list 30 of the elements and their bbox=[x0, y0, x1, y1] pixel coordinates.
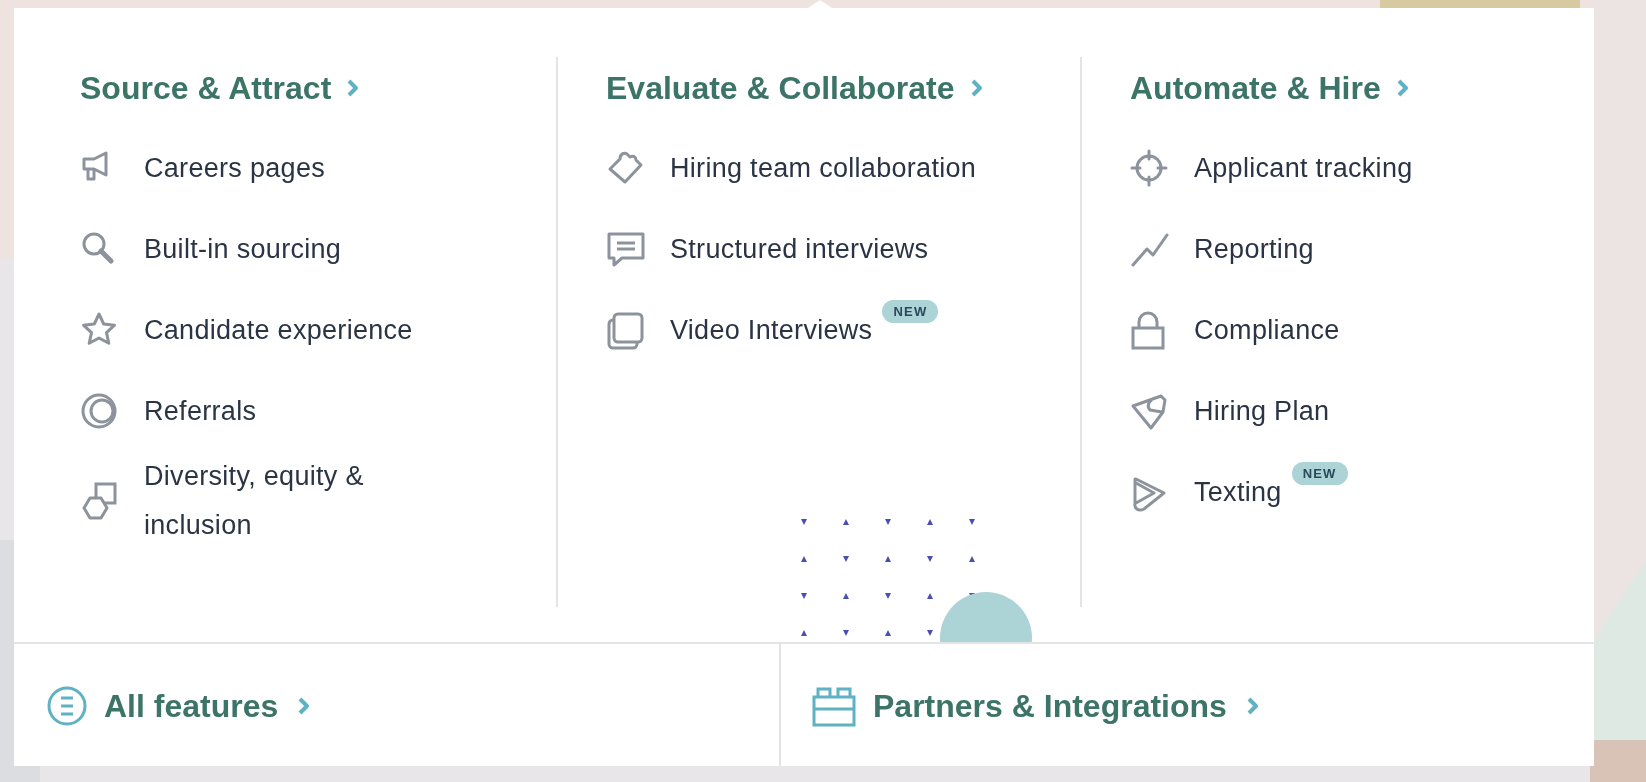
feature-link[interactable]: Hiring team collaboration bbox=[606, 128, 977, 209]
feature-link[interactable]: Referrals bbox=[80, 371, 257, 452]
feature-link[interactable]: Texting NEW bbox=[1130, 452, 1348, 533]
footer-link[interactable]: All features bbox=[46, 685, 311, 727]
crosshair-icon bbox=[1130, 148, 1170, 189]
shapes-icon bbox=[80, 481, 120, 521]
feature-link[interactable]: Diversity, equity & inclusion bbox=[80, 452, 404, 550]
category-link[interactable]: Source & Attract bbox=[80, 65, 360, 111]
category-link[interactable]: Automate & Hire bbox=[1130, 65, 1409, 111]
new-badge: NEW bbox=[1291, 462, 1348, 485]
feature-link[interactable]: Built-in sourcing bbox=[80, 209, 342, 290]
feature-link[interactable]: Careers pages bbox=[80, 128, 325, 209]
footer-link[interactable]: Partners & Integrations bbox=[811, 685, 1259, 727]
list-icon bbox=[46, 685, 88, 727]
blocks-icon bbox=[811, 685, 857, 727]
feature-link[interactable]: Hiring Plan bbox=[1130, 371, 1330, 452]
feature-link[interactable]: Video Interviews NEW bbox=[606, 290, 939, 371]
chevron-icon bbox=[1396, 79, 1409, 97]
chevron-icon bbox=[970, 79, 983, 97]
chevron-icon bbox=[1246, 697, 1259, 715]
category-link[interactable]: Evaluate & Collaborate bbox=[606, 65, 983, 111]
stacked-squares-icon bbox=[606, 310, 646, 351]
chevron-icon bbox=[298, 697, 311, 715]
feature-link[interactable]: Structured interviews bbox=[606, 209, 929, 290]
feature-link[interactable]: Reporting bbox=[1130, 209, 1314, 290]
feature-link[interactable]: Compliance bbox=[1130, 290, 1340, 371]
new-badge: NEW bbox=[882, 300, 939, 323]
feature-link[interactable]: Candidate experience bbox=[80, 290, 413, 371]
chevron-icon bbox=[347, 79, 360, 97]
feature-link[interactable]: Applicant tracking bbox=[1130, 128, 1413, 209]
